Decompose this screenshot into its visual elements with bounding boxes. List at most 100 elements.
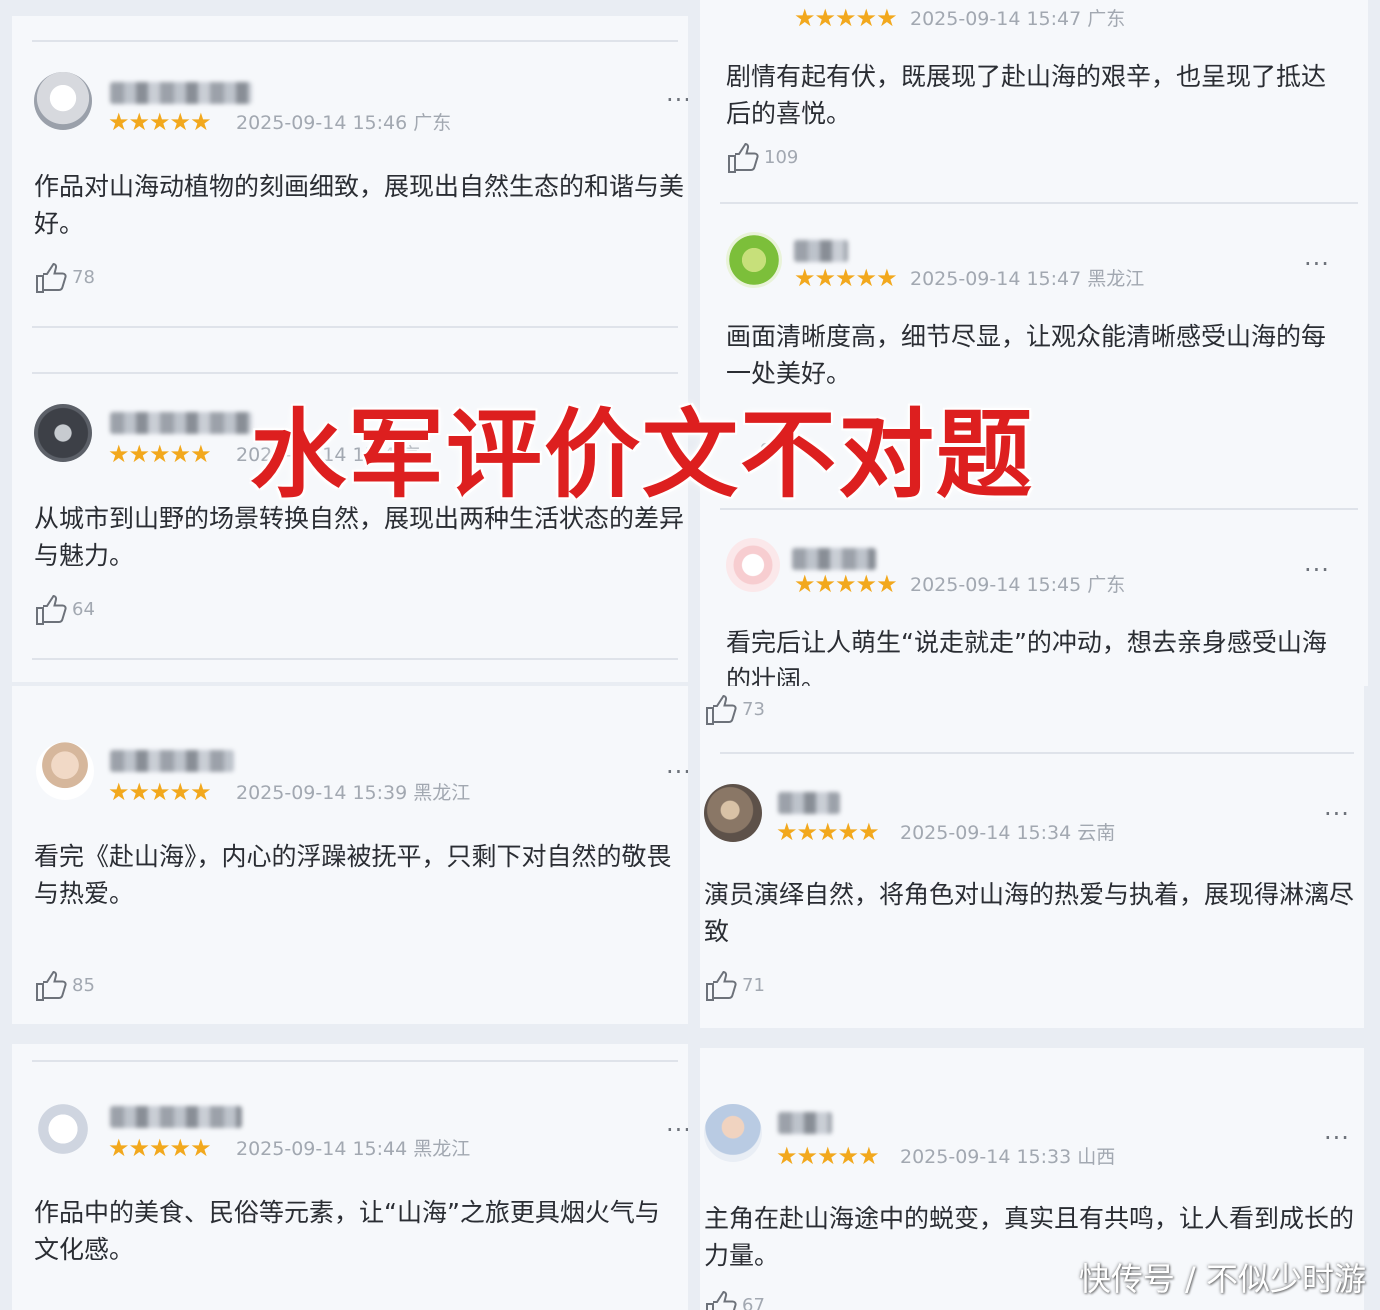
thumbs-up-icon [706,694,737,725]
avatar[interactable] [34,404,92,462]
like-count: 109 [764,147,799,168]
divider [720,752,1354,754]
review-text: 看完后让人萌生“说走就走”的冲动，想去亲身感受山海的壮阔。 [726,628,1327,686]
avatar[interactable] [34,72,92,130]
divider [32,658,678,660]
username-blurred[interactable] [792,548,876,570]
username-blurred[interactable] [110,1106,242,1128]
rating-stars: ★★★★★ [776,1142,880,1170]
username-blurred[interactable] [794,240,848,262]
divider [720,202,1358,204]
thumbs-up-icon [728,142,759,173]
review-date: 2025-09-14 15:47 [910,268,1082,290]
username-blurred[interactable] [110,82,252,104]
review-meta: 2025-09-14 15:34 云南 [900,821,1115,845]
overlay-title: 水军评价文不对题 [250,399,1034,511]
review-text: 画面清晰度高，细节尽显，让观众能清晰感受山海的每一处美好。 [726,322,1327,388]
divider [32,1060,678,1062]
thumbs-up-icon [36,262,67,293]
rating-stars: ★★★★★ [108,440,212,468]
review-text: 看完《赴山海》，内心的浮躁被抚平，只剩下对自然的敬畏与热爱。 [34,842,672,908]
review-meta: 2025-09-14 15:39 黑龙江 [236,781,470,805]
rating-stars: ★★★★★ [108,778,212,806]
rating-stars: ★★★★★ [794,4,898,32]
like-button[interactable]: 78 [34,262,95,294]
divider [32,326,678,328]
divider [32,372,678,374]
review-panel-left-top: ★★★★★ 2025-09-14 15:46 广东 ··· 作品对山海动植物的刻… [12,16,688,352]
like-button[interactable]: 67 [704,1290,765,1310]
like-button[interactable]: 64 [34,594,95,626]
thumbs-up-icon [36,594,67,625]
more-icon[interactable]: ··· [1304,252,1330,276]
review-meta: 2025-09-14 15:33 山西 [900,1145,1115,1169]
avatar[interactable] [726,538,780,592]
more-icon[interactable]: ··· [666,1118,688,1142]
like-count: 85 [72,975,95,996]
review-region: 广东 [1087,574,1126,596]
username-blurred[interactable] [778,1112,832,1134]
review-meta: 2025-09-14 15:47 广东 [910,7,1125,31]
avatar[interactable] [726,232,782,288]
divider [32,40,678,42]
like-count: 78 [72,267,95,288]
like-button[interactable]: 109 [726,142,798,174]
avatar[interactable] [34,1100,92,1158]
review-panel-left-lower: ★★★★★ 2025-09-14 15:39 黑龙江 ··· 看完《赴山海》，内… [12,686,688,1024]
thumbs-up-icon [706,970,737,1001]
review-panel-right-fourth: 73 ★★★★★ 2025-09-14 15:34 云南 ··· 演员演绎自然，… [700,686,1364,1028]
review-date: 2025-09-14 15:46 [236,112,408,134]
thumbs-up-icon [36,970,67,1001]
more-icon[interactable]: ··· [666,760,688,784]
like-count: 73 [742,699,765,720]
review-region: 黑龙江 [1087,268,1145,290]
avatar[interactable] [704,1104,762,1162]
thumbs-up-icon [706,1290,737,1310]
rating-stars: ★★★★★ [108,1134,212,1162]
review-date: 2025-09-14 15:34 [900,822,1072,844]
rating-stars: ★★★★★ [108,108,212,136]
review-meta: 2025-09-14 15:47 黑龙江 [910,267,1144,291]
review-date: 2025-09-14 15:47 [910,8,1082,30]
rating-stars: ★★★★★ [794,570,898,598]
rating-stars: ★★★★★ [794,264,898,292]
like-button[interactable]: 71 [704,970,765,1002]
review-region: 山西 [1077,1146,1116,1168]
review-meta: 2025-09-14 15:45 广东 [910,573,1125,597]
review-panel-right-third: ★★★★★ 2025-09-14 15:45 广东 ··· 看完后让人萌生“说走… [700,510,1368,686]
review-panel-right-top: ★★★★★ 2025-09-14 15:47 广东 剧情有起有伏，既展现了赴山海… [700,0,1368,210]
review-text: 作品中的美食、民俗等元素，让“山海”之旅更具烟火气与文化感。 [34,1198,660,1264]
review-region: 广东 [413,112,452,134]
like-button[interactable]: 73 [704,694,765,726]
rating-stars: ★★★★★ [776,818,880,846]
review-text: 从城市到山野的场景转换自然，展现出两种生活状态的差异与魅力。 [34,504,685,570]
more-icon[interactable]: ··· [666,88,688,112]
review-text: 演员演绎自然，将角色对山海的热爱与执着，展现得淋漓尽致 [704,880,1355,946]
like-count: 67 [742,1295,765,1310]
review-date: 2025-09-14 15:45 [910,574,1082,596]
username-blurred[interactable] [778,792,840,814]
review-meta: 2025-09-14 15:44 黑龙江 [236,1137,470,1161]
review-date: 2025-09-14 15:33 [900,1146,1072,1168]
username-blurred[interactable] [110,750,234,772]
review-region: 云南 [1077,822,1116,844]
review-text: 作品对山海动植物的刻画细致，展现出自然生态的和谐与美好。 [34,172,685,238]
review-date: 2025-09-14 15:39 [236,782,408,804]
username-blurred[interactable] [110,412,252,434]
review-panel-left-bottom: ★★★★★ 2025-09-14 15:44 黑龙江 ··· 作品中的美食、民俗… [12,1044,688,1310]
watermark: 快传号 / 不似少时游 [1078,1260,1366,1298]
avatar[interactable] [36,742,94,800]
like-count: 71 [742,975,765,996]
like-button[interactable]: 85 [34,970,95,1002]
review-date: 2025-09-14 15:44 [236,1138,408,1160]
review-region: 广东 [1087,8,1126,30]
like-count: 64 [72,599,95,620]
review-region: 黑龙江 [413,782,471,804]
more-icon[interactable]: ··· [1324,1126,1350,1150]
review-meta: 2025-09-14 15:46 广东 [236,111,451,135]
review-region: 黑龙江 [413,1138,471,1160]
avatar[interactable] [704,784,762,842]
review-text: 剧情有起有伏，既展现了赴山海的艰辛，也呈现了抵达后的喜悦。 [726,62,1327,128]
more-icon[interactable]: ··· [1324,802,1350,826]
more-icon[interactable]: ··· [1304,558,1330,582]
